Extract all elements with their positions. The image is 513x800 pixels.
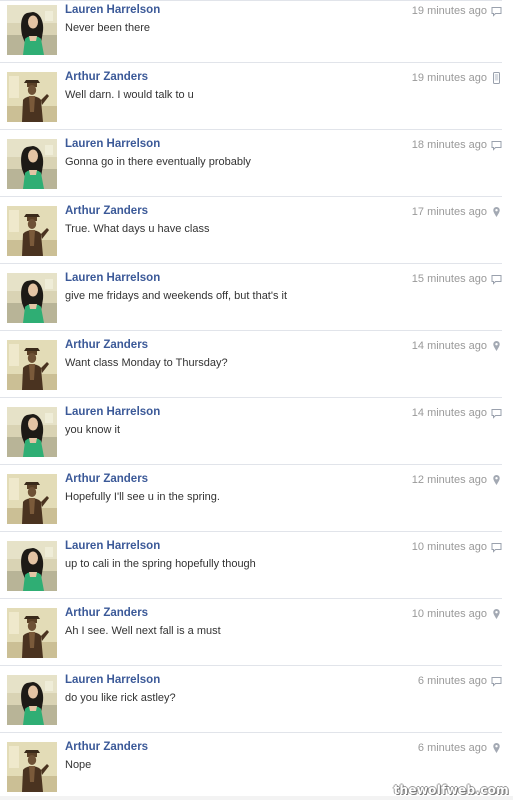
message-divider xyxy=(0,732,502,733)
message-text: do you like rick astley? xyxy=(65,692,176,704)
message-item: Arthur Zanders True. What days u have cla… xyxy=(0,201,513,268)
message-item: Lauren Harrelson Never been there 19 minut… xyxy=(0,0,513,67)
avatar-arthur[interactable] xyxy=(7,340,57,390)
message-item: Lauren Harrelson you know it 14 minutes ag… xyxy=(0,402,513,469)
message-item: Lauren Harrelson give me fridays and week… xyxy=(0,268,513,335)
message-item: Arthur Zanders Want class Monday to Thurs… xyxy=(0,335,513,402)
avatar-arthur[interactable] xyxy=(7,206,57,256)
message-item: Lauren Harrelson up to cali in the spring… xyxy=(0,536,513,603)
message-text: give me fridays and weekends off, but th… xyxy=(65,290,288,302)
message-timestamp[interactable]: 10 minutes ago xyxy=(412,541,487,553)
message-timestamp[interactable]: 10 minutes ago xyxy=(412,608,487,620)
message-timestamp[interactable]: 19 minutes ago xyxy=(412,72,487,84)
avatar-lauren[interactable] xyxy=(7,273,57,323)
location-pin-icon xyxy=(491,206,502,218)
message-divider xyxy=(0,464,502,465)
chat-bubble-icon xyxy=(491,139,502,151)
message-thread: Lauren Harrelson Never been there 19 minut… xyxy=(0,0,513,800)
sender-name-link[interactable]: Arthur Zanders xyxy=(65,205,148,217)
sender-name-link[interactable]: Arthur Zanders xyxy=(65,339,148,351)
watermark: thewolfweb.com xyxy=(393,783,509,797)
message-item: Lauren Harrelson Gonna go in there eventu… xyxy=(0,134,513,201)
avatar-arthur[interactable] xyxy=(7,72,57,122)
message-text: Well darn. I would talk to u xyxy=(65,89,194,101)
sender-name-link[interactable]: Arthur Zanders xyxy=(65,71,148,83)
message-text: you know it xyxy=(65,424,121,436)
avatar-arthur[interactable] xyxy=(7,474,57,524)
message-divider xyxy=(0,665,502,666)
sender-name-link[interactable]: Lauren Harrelson xyxy=(65,138,160,150)
location-pin-icon xyxy=(491,742,502,754)
chat-bubble-icon xyxy=(491,407,502,419)
message-text: Never been there xyxy=(65,22,150,34)
avatar-lauren[interactable] xyxy=(7,675,57,725)
chat-bubble-icon xyxy=(491,675,502,687)
message-divider xyxy=(0,62,502,63)
message-text: Nope xyxy=(65,759,92,771)
message-item: Arthur Zanders Ah I see. Well next fall i… xyxy=(0,603,513,670)
sender-name-link[interactable]: Lauren Harrelson xyxy=(65,406,160,418)
message-timestamp[interactable]: 15 minutes ago xyxy=(412,273,487,285)
message-timestamp[interactable]: 12 minutes ago xyxy=(412,474,487,486)
message-divider xyxy=(0,397,502,398)
sender-name-link[interactable]: Lauren Harrelson xyxy=(65,674,160,686)
message-divider xyxy=(0,598,502,599)
message-item: Lauren Harrelson do you like rick astley?… xyxy=(0,670,513,737)
message-timestamp[interactable]: 18 minutes ago xyxy=(412,139,487,151)
message-item: Arthur Zanders Hopefully I'll see u in th… xyxy=(0,469,513,536)
sender-name-link[interactable]: Arthur Zanders xyxy=(65,473,148,485)
message-timestamp[interactable]: 14 minutes ago xyxy=(412,340,487,352)
sender-name-link[interactable]: Lauren Harrelson xyxy=(65,4,160,16)
message-timestamp[interactable]: 14 minutes ago xyxy=(412,407,487,419)
sender-name-link[interactable]: Arthur Zanders xyxy=(65,741,148,753)
message-timestamp[interactable]: 19 minutes ago xyxy=(412,5,487,17)
mobile-phone-icon xyxy=(491,72,502,84)
avatar-lauren[interactable] xyxy=(7,407,57,457)
message-text: Want class Monday to Thursday? xyxy=(65,357,228,369)
message-divider xyxy=(0,330,502,331)
avatar-lauren[interactable] xyxy=(7,541,57,591)
message-divider xyxy=(0,263,502,264)
message-divider xyxy=(0,129,502,130)
message-text: True. What days u have class xyxy=(65,223,210,235)
avatar-arthur[interactable] xyxy=(7,742,57,792)
location-pin-icon xyxy=(491,474,502,486)
message-divider xyxy=(0,531,502,532)
location-pin-icon xyxy=(491,608,502,620)
chat-bubble-icon xyxy=(491,273,502,285)
avatar-lauren[interactable] xyxy=(7,139,57,189)
chat-bubble-icon xyxy=(491,5,502,17)
message-timestamp[interactable]: 6 minutes ago xyxy=(418,742,487,754)
message-text: up to cali in the spring hopefully thoug… xyxy=(65,558,256,570)
message-item: Arthur Zanders Well darn. I would talk to… xyxy=(0,67,513,134)
chat-bubble-icon xyxy=(491,541,502,553)
message-text: Hopefully I'll see u in the spring. xyxy=(65,491,220,503)
sender-name-link[interactable]: Lauren Harrelson xyxy=(65,540,160,552)
avatar-arthur[interactable] xyxy=(7,608,57,658)
message-timestamp[interactable]: 17 minutes ago xyxy=(412,206,487,218)
message-timestamp[interactable]: 6 minutes ago xyxy=(418,675,487,687)
sender-name-link[interactable]: Arthur Zanders xyxy=(65,607,148,619)
sender-name-link[interactable]: Lauren Harrelson xyxy=(65,272,160,284)
message-text: Ah I see. Well next fall is a must xyxy=(65,625,221,637)
location-pin-icon xyxy=(491,340,502,352)
avatar-lauren[interactable] xyxy=(7,5,57,55)
message-text: Gonna go in there eventually probably xyxy=(65,156,251,168)
message-divider xyxy=(0,196,502,197)
